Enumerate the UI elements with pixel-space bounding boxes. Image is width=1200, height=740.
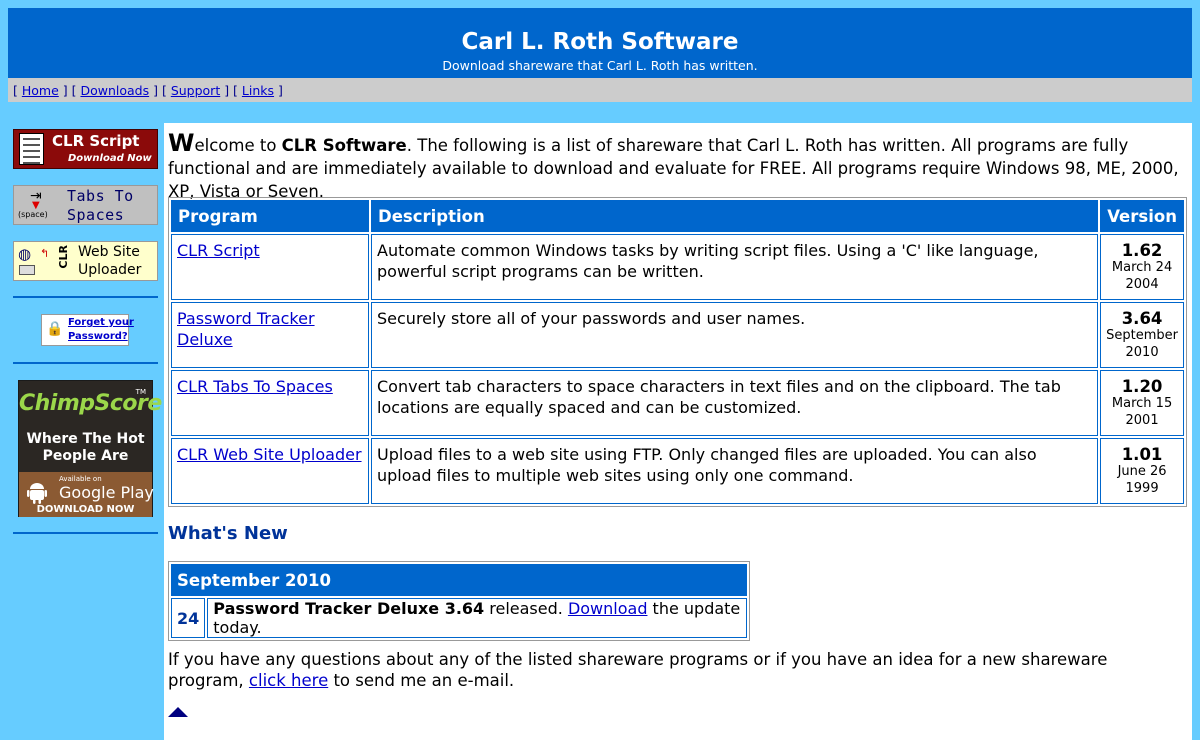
program-description: Convert tab characters to space characte… — [371, 370, 1099, 436]
globe-icon: ◍ — [18, 245, 32, 263]
clr-script-banner[interactable]: CLR Script Download Now — [13, 129, 158, 169]
program-version: 1.62 — [1121, 241, 1163, 260]
brand-name: CLR Software — [281, 136, 407, 155]
program-version: 1.01 — [1121, 445, 1163, 464]
program-date-line1: March 24 — [1111, 260, 1173, 275]
program-date-line1: September — [1106, 328, 1178, 343]
program-link-password-tracker[interactable]: Password Tracker Deluxe — [177, 309, 315, 349]
tabs-to-spaces-banner[interactable]: ⇥ ▼ (space) Tabs To Spaces — [13, 185, 158, 225]
nav-support-link[interactable]: Support — [171, 83, 220, 98]
nav-downloads-link[interactable]: Downloads — [80, 83, 149, 98]
sidebar-divider — [13, 362, 158, 364]
site-title: Carl L. Roth Software — [461, 29, 739, 55]
contact-paragraph: If you have any questions about any of t… — [168, 650, 1108, 690]
program-version: 1.20 — [1121, 377, 1163, 396]
news-product: Password Tracker Deluxe 3.64 — [213, 599, 485, 618]
program-date-line1: March 15 — [1111, 396, 1173, 411]
forgot-password-line2: Password? — [68, 331, 128, 342]
tabs-banner-line1: Tabs To — [67, 187, 134, 205]
nav-bar: [ Home ] [ Downloads ] [ Support ] [ Lin… — [8, 78, 1192, 102]
program-date-line1: June 26 — [1117, 464, 1167, 479]
sidebar-divider — [13, 532, 158, 534]
table-header-row: Program Description Version — [171, 200, 1184, 232]
program-description: Automate common Windows tasks by writing… — [371, 234, 1099, 300]
news-day: 24 — [171, 598, 206, 638]
google-play-badge[interactable]: Available on Google Play DOWNLOAD NOW — [19, 472, 154, 517]
program-description: Upload files to a web site using FTP. On… — [371, 438, 1099, 504]
program-column-header: Program — [171, 200, 369, 232]
news-row: 24 Password Tracker Deluxe 3.64 released… — [171, 598, 747, 638]
description-column-header: Description — [371, 200, 1099, 232]
news-header-row: September 2010 — [171, 564, 747, 596]
forgot-password-banner[interactable]: 🔒 Forget your Password? — [41, 314, 134, 346]
uploader-clr-label: CLR — [57, 245, 70, 269]
site-tagline: Download shareware that Carl L. Roth has… — [442, 58, 758, 73]
uploader-banner-line1: Web Site — [78, 244, 140, 260]
table-row: CLR Web Site Uploader Upload files to a … — [171, 438, 1184, 504]
program-description: Securely store all of your passwords and… — [371, 302, 1099, 368]
intro-drop-cap: W — [168, 129, 195, 157]
table-row: Password Tracker Deluxe Securely store a… — [171, 302, 1184, 368]
email-link[interactable]: click here — [249, 671, 328, 690]
programs-table: Program Description Version CLR Script A… — [168, 197, 1187, 507]
program-date-line2: 2010 — [1125, 345, 1159, 360]
computer-icon — [19, 265, 35, 275]
google-play-available: Available on — [59, 475, 102, 483]
clr-script-banner-title: CLR Script — [52, 132, 140, 150]
back-to-top-icon[interactable] — [168, 707, 188, 717]
news-download-link[interactable]: Download — [568, 599, 648, 618]
table-row: CLR Script Automate common Windows tasks… — [171, 234, 1184, 300]
version-column-header: Version — [1100, 200, 1184, 232]
program-date-line2: 2004 — [1125, 277, 1159, 292]
chimpscore-ad[interactable]: ChimpScore TM Where The Hot People Are A… — [18, 380, 162, 517]
chimpscore-logo: ChimpScore — [19, 391, 162, 416]
script-document-icon — [19, 133, 44, 165]
android-icon — [27, 483, 47, 504]
web-site-uploader-banner[interactable]: ◍ ↰ CLR Web Site Uploader — [13, 241, 158, 281]
clr-script-banner-subtitle: Download Now — [68, 153, 152, 164]
table-row: CLR Tabs To Spaces Convert tab character… — [171, 370, 1184, 436]
trademark-mark: TM — [135, 388, 146, 396]
program-link-web-site-uploader[interactable]: CLR Web Site Uploader — [177, 445, 362, 464]
whats-new-heading: What's New — [168, 523, 288, 544]
forgot-password-line1: Forget your — [68, 317, 134, 328]
google-play-label: Google Play — [59, 483, 154, 502]
program-date-line2: 1999 — [1125, 481, 1159, 496]
news-month-header: September 2010 — [171, 564, 747, 596]
tabs-banner-line2: Spaces — [67, 206, 125, 224]
program-version: 3.64 — [1121, 309, 1163, 328]
uploader-banner-line2: Uploader — [78, 262, 142, 278]
space-label: (space) — [18, 210, 48, 219]
program-date-line2: 2001 — [1125, 413, 1159, 428]
chimpscore-slogan-line1: Where The Hot — [26, 431, 145, 447]
site-header: Carl L. Roth Software Download shareware… — [8, 8, 1192, 78]
program-link-tabs-to-spaces[interactable]: CLR Tabs To Spaces — [177, 377, 333, 396]
news-item: Password Tracker Deluxe 3.64 released. D… — [207, 598, 747, 638]
intro-paragraph: Welcome to CLR Software. The following i… — [168, 129, 1179, 201]
program-link-clr-script[interactable]: CLR Script — [177, 241, 260, 260]
nav-home-link[interactable]: Home — [22, 83, 59, 98]
main-content: Welcome to CLR Software. The following i… — [164, 123, 1192, 740]
nav-links-link[interactable]: Links — [242, 83, 274, 98]
news-table: September 2010 24 Password Tracker Delux… — [168, 561, 750, 641]
chimpscore-slogan-line2: People Are — [42, 448, 129, 464]
lock-icon: 🔒 — [46, 321, 64, 337]
download-now-label: DOWNLOAD NOW — [36, 504, 135, 515]
upload-arrow-icon: ↰ — [40, 247, 50, 260]
sidebar-divider — [13, 296, 158, 298]
